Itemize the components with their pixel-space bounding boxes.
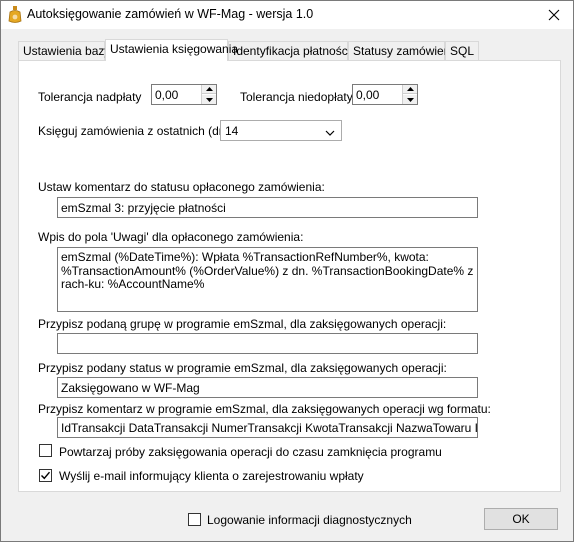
- title-bar: Autoksięgowanie zamówień w WF-Mag - wers…: [1, 1, 573, 29]
- spinner-arrows: [201, 85, 216, 104]
- close-icon: [548, 9, 560, 21]
- tab-sql[interactable]: SQL: [445, 41, 479, 60]
- status-comment-field[interactable]: emSzmal 3: przyjęcie płatności: [57, 197, 478, 218]
- spin-up-icon[interactable]: [403, 85, 417, 94]
- notes-field[interactable]: emSzmal (%DateTime%): Wpłata %Transactio…: [57, 247, 478, 312]
- underpay-spinner[interactable]: 0,00: [352, 84, 418, 105]
- email-checkbox[interactable]: [39, 469, 52, 482]
- spin-down-icon[interactable]: [202, 95, 216, 104]
- tab-ustawienia-bazy[interactable]: Ustawienia bazy: [18, 41, 110, 60]
- format-field[interactable]: IdTransakcji DataTransakcji NumerTransak…: [57, 417, 478, 438]
- days-label: Księguj zamówienia z ostatnich (dni):: [38, 124, 236, 138]
- underpay-value: 0,00: [356, 88, 380, 102]
- ok-button[interactable]: OK: [484, 508, 558, 530]
- spin-up-icon[interactable]: [202, 85, 216, 94]
- chevron-down-icon: [325, 126, 335, 140]
- group-label: Przypisz podaną grupę w programie emSzma…: [38, 317, 447, 331]
- diagnostics-label: Logowanie informacji diagnostycznych: [207, 513, 412, 527]
- days-dropdown[interactable]: 14: [220, 120, 342, 141]
- status-label: Przypisz podany status w programie emSzm…: [38, 361, 447, 375]
- email-label: Wyślij e-mail informujący klienta o zare…: [59, 469, 364, 483]
- tab-statusy-zamowien[interactable]: Statusy zamówień: [348, 41, 450, 60]
- status-field[interactable]: Zaksięgowano w WF-Mag: [57, 377, 478, 398]
- tab-identyfikacja-platnosci[interactable]: Identyfikacja płatności: [228, 41, 350, 60]
- overpay-label: Tolerancja nadpłaty: [38, 90, 142, 104]
- app-icon: [7, 6, 23, 24]
- format-label: Przypisz komentarz w programie emSzmal, …: [38, 402, 491, 416]
- overpay-value: 0,00: [155, 88, 179, 102]
- days-value: 14: [225, 124, 239, 138]
- retry-checkbox[interactable]: [39, 444, 52, 457]
- diagnostics-checkbox[interactable]: [188, 513, 201, 526]
- notes-label: Wpis do pola 'Uwagi' dla opłaconego zamó…: [38, 230, 304, 244]
- spin-down-icon[interactable]: [403, 95, 417, 104]
- status-comment-label: Ustaw komentarz do statusu opłaconego za…: [38, 180, 325, 194]
- spinner-arrows: [402, 85, 417, 104]
- tab-ustawienia-ksiegowania[interactable]: Ustawienia księgowania: [105, 39, 238, 61]
- app-window: Autoksięgowanie zamówień w WF-Mag - wers…: [0, 0, 574, 542]
- group-field[interactable]: [57, 333, 478, 354]
- overpay-spinner[interactable]: 0,00: [151, 84, 217, 105]
- checkmark-icon: [41, 471, 51, 480]
- close-button[interactable]: [543, 5, 565, 25]
- underpay-label: Tolerancja niedopłaty: [240, 90, 353, 104]
- retry-label: Powtarzaj próby zaksięgowania operacji d…: [59, 445, 442, 459]
- window-title: Autoksięgowanie zamówień w WF-Mag - wers…: [27, 7, 314, 21]
